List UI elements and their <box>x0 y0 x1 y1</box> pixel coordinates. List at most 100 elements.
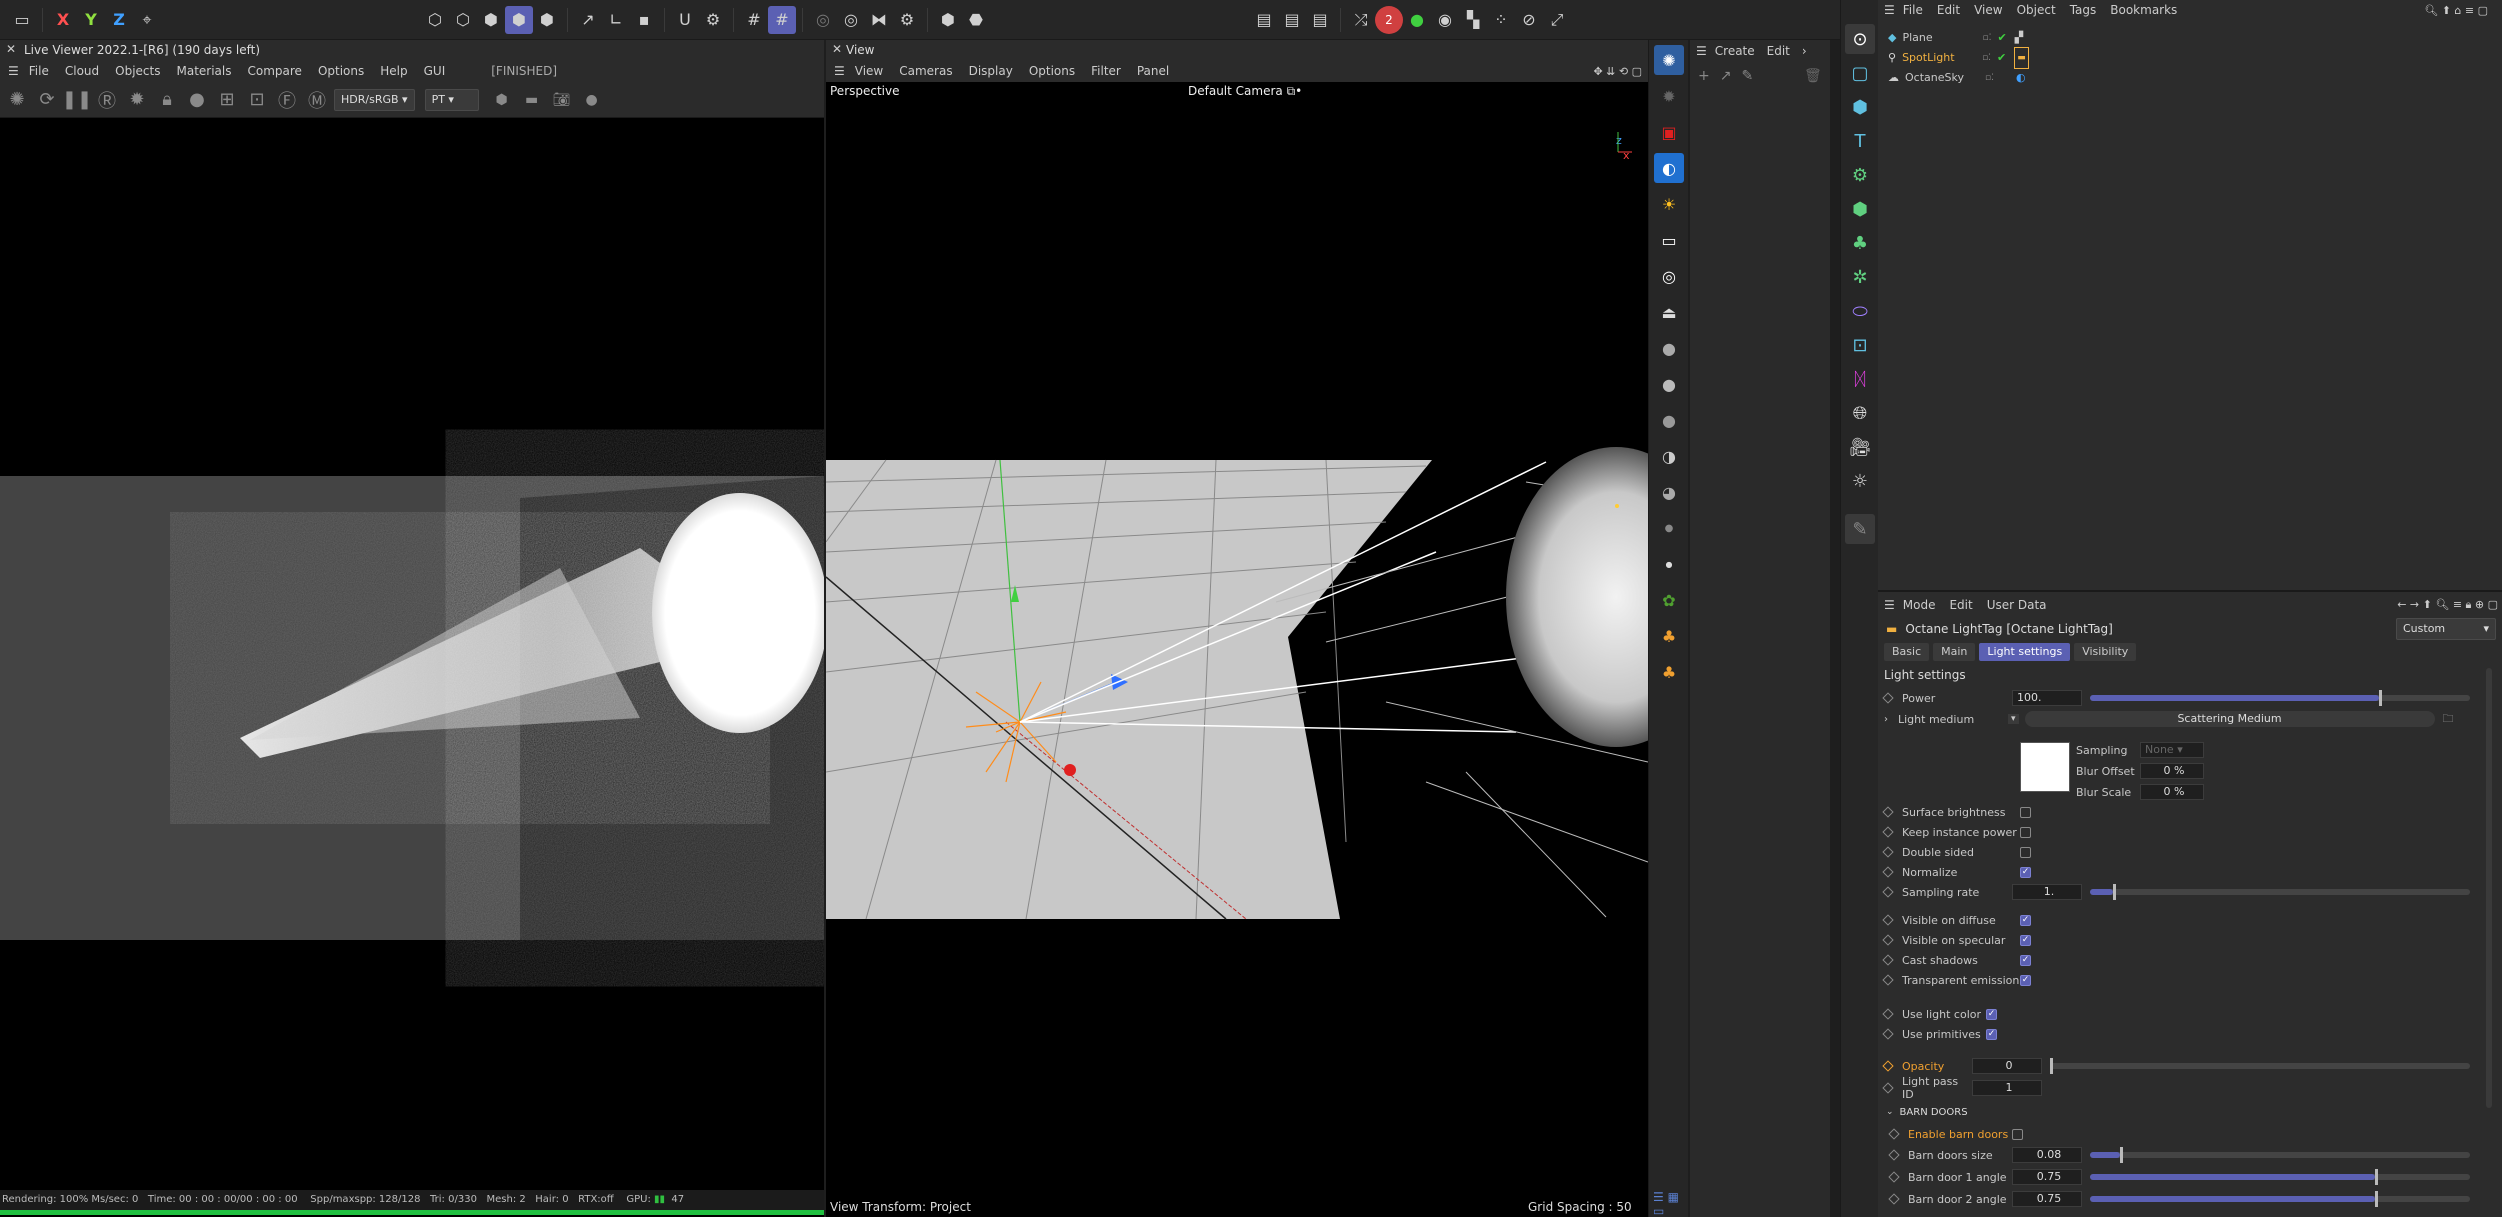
hamburger-icon[interactable]: ☰ <box>8 64 19 78</box>
folder-icon[interactable]: 🗀 <box>2443 710 2454 729</box>
scale-icon[interactable]: ⤢ <box>1543 6 1571 34</box>
cube-outline-icon[interactable]: ▢ <box>1845 58 1875 88</box>
link-icon[interactable]: ↗ <box>1720 68 1732 84</box>
object-row-spotlight[interactable]: ⚲ SpotLight ▫⁚ ✔ ▬ <box>1878 47 2502 69</box>
object-name[interactable]: Plane <box>1902 28 1972 48</box>
object-row-plane[interactable]: ◆ Plane ▫⁚ ✔ ▞ <box>1878 28 2502 48</box>
generator-icon[interactable]: ⚙ <box>1845 160 1875 190</box>
render-view-icon[interactable]: ⬢ <box>934 6 962 34</box>
camera-label[interactable]: Default Camera ⧉• <box>1188 84 1302 99</box>
render-output[interactable] <box>0 118 824 1199</box>
keyframe-icon[interactable] <box>1882 914 1894 926</box>
lv-menu-compare[interactable]: Compare <box>248 64 302 78</box>
volume-icon[interactable]: ♣ <box>1654 657 1684 687</box>
double-sided-checkbox[interactable] <box>2020 846 2031 858</box>
ies-light-icon[interactable]: ⏏ <box>1654 297 1684 327</box>
keyframe-icon[interactable] <box>1882 886 1894 898</box>
om-menu-edit[interactable]: Edit <box>1937 3 1960 17</box>
trash-icon[interactable]: 🗑︎ <box>1804 68 1822 84</box>
axis-x-button[interactable]: X <box>49 6 77 34</box>
visible-diffuse-checkbox[interactable]: ✓ <box>2020 914 2031 926</box>
hamburger-icon[interactable]: ☰ <box>1696 44 1707 58</box>
viewport-icon[interactable]: ◉ <box>1431 6 1459 34</box>
cast-shadows-checkbox[interactable]: ✓ <box>2020 954 2031 966</box>
material-picker-icon[interactable]: Ⓜ <box>304 87 330 113</box>
light-pass-field[interactable]: 1 <box>1972 1080 2042 1096</box>
chevron-right-icon[interactable]: › <box>1802 44 1807 58</box>
keep-instance-power-checkbox[interactable] <box>2020 826 2031 838</box>
keyframe-icon[interactable] <box>1888 1171 1900 1183</box>
keyframe-icon[interactable] <box>1882 826 1894 838</box>
attribute-scrollbar[interactable] <box>2486 668 2492 1108</box>
coordinate-system-icon[interactable]: ⌖ <box>133 6 161 34</box>
add-region-icon[interactable]: ⊞ <box>214 87 240 113</box>
hexagon-icon[interactable]: ⬢ <box>489 87 515 113</box>
sphere-material-icon[interactable]: ● <box>1654 333 1684 363</box>
focus-icon[interactable]: Ⓕ <box>274 87 300 113</box>
keyframe-icon[interactable] <box>1888 1128 1900 1140</box>
target-light-icon[interactable]: ◎ <box>1654 261 1684 291</box>
texture-mode-icon[interactable]: ⬢ <box>533 6 561 34</box>
polygons-mode-icon[interactable]: ⬢ <box>477 6 505 34</box>
lv-menu-gui[interactable]: GUI <box>424 64 446 78</box>
soft-selection-icon[interactable]: ◎ <box>837 6 865 34</box>
clapper-icon[interactable]: ▤ <box>1250 6 1278 34</box>
om-menu-tags[interactable]: Tags <box>2070 3 2097 17</box>
visibility-dots-icon[interactable]: ▫⁚ <box>1982 28 1991 48</box>
vp-menu-filter[interactable]: Filter <box>1091 64 1121 78</box>
enable-barn-doors-checkbox[interactable] <box>2012 1128 2023 1140</box>
lock-icon[interactable]: ◎ <box>809 6 837 34</box>
cube-icon[interactable]: ⬢ <box>1845 92 1875 122</box>
visibility-dots-icon[interactable]: ▫⁚ <box>1982 48 1991 68</box>
om-menu-object[interactable]: Object <box>2017 3 2056 17</box>
pipette-icon[interactable]: ✎ <box>1741 68 1753 84</box>
view-navigation-icons[interactable]: ✥ ⇊ ⟲ ▢ <box>1593 65 1642 78</box>
glossy-material-icon[interactable]: ● <box>1654 369 1684 399</box>
live-selection-icon[interactable]: ⊙ <box>1845 24 1875 54</box>
blur-scale-field[interactable]: 0 % <box>2140 784 2204 800</box>
octane-badge-icon[interactable]: 2 <box>1375 5 1403 34</box>
octane-settings-icon[interactable]: ✹ <box>1654 81 1684 111</box>
vp-menu-view[interactable]: View <box>855 64 883 78</box>
use-light-color-checkbox[interactable]: ✓ <box>1986 1008 1997 1020</box>
pause-icon[interactable]: ❚❚ <box>62 87 92 113</box>
transparent-emission-checkbox[interactable]: ✓ <box>2020 974 2031 986</box>
colorspace-select[interactable]: HDR/sRGB ▾ <box>334 88 415 111</box>
barn1-slider[interactable] <box>2090 1169 2470 1185</box>
lv-menu-objects[interactable]: Objects <box>115 64 160 78</box>
layers-icon[interactable]: ▚ <box>1459 6 1487 34</box>
undo-icon[interactable]: ▭ <box>8 6 36 34</box>
hamburger-icon[interactable]: ☰ <box>834 64 845 78</box>
barn-size-field[interactable]: 0.08 <box>2012 1147 2082 1163</box>
object-name[interactable]: OctaneSky <box>1905 68 1975 88</box>
portal-material-icon[interactable]: ◕ <box>1654 477 1684 507</box>
close-icon[interactable]: ✕ <box>6 42 16 56</box>
effector-icon[interactable]: ✲ <box>1845 262 1875 292</box>
vp-menu-panel[interactable]: Panel <box>1137 64 1169 78</box>
add-icon[interactable]: + <box>1698 68 1710 84</box>
3d-scene[interactable]: z x <box>826 82 1648 1217</box>
render-active-icon[interactable]: ▤ <box>1278 6 1306 34</box>
surface-brightness-checkbox[interactable] <box>2020 806 2031 818</box>
scatter-icon[interactable]: ✿ <box>1654 585 1684 615</box>
environment-tag-icon[interactable]: ◐ <box>2016 68 2026 88</box>
edges-mode-icon[interactable]: ⬡ <box>449 6 477 34</box>
use-primitives-checkbox[interactable]: ✓ <box>1986 1028 1997 1040</box>
lv-menu-options[interactable]: Options <box>318 64 364 78</box>
material-ball-icon[interactable]: ● <box>184 87 210 113</box>
settings-icon[interactable]: ✹ <box>124 87 150 113</box>
keyframe-icon[interactable] <box>1882 692 1894 704</box>
barn1-field[interactable]: 0.75 <box>2012 1169 2082 1185</box>
expand-icon[interactable]: › <box>1884 714 1888 725</box>
create-menu-create[interactable]: Create <box>1715 44 1755 58</box>
visible-specular-checkbox[interactable]: ✓ <box>2020 934 2031 946</box>
dots-icon[interactable]: ⁘ <box>1487 6 1515 34</box>
opacity-field[interactable]: 0 <box>1972 1058 2042 1074</box>
sampling-rate-field[interactable]: 1. <box>2012 884 2082 900</box>
opacity-slider[interactable] <box>2050 1058 2470 1074</box>
enabled-check-icon[interactable]: ✔ <box>1997 28 2006 48</box>
light-icon[interactable]: ☼ <box>1845 466 1875 496</box>
tag-icon[interactable]: ▞ <box>2015 28 2023 48</box>
axis-y-button[interactable]: Y <box>77 6 105 34</box>
tab-visibility[interactable]: Visibility <box>2074 643 2137 661</box>
